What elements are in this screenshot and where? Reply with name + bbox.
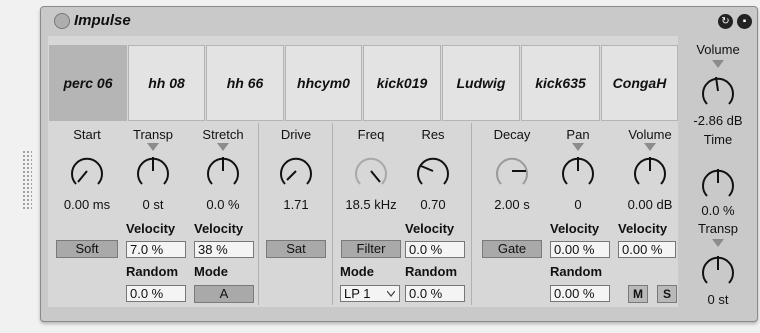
device-title: Impulse (74, 12, 131, 29)
transp-value: 0 st (142, 197, 164, 212)
soft-button[interactable]: Soft (56, 240, 118, 258)
global-time-knob[interactable] (699, 164, 737, 202)
stretch-value: 0.0 % (206, 197, 240, 212)
stretch-mode-label: Mode (194, 264, 228, 279)
hotswap-icon[interactable]: ↻ (718, 14, 733, 29)
pan-velocity-field[interactable]: 0.00 % (550, 241, 610, 258)
pan-value: 0 (574, 197, 582, 212)
transp-random-label: Random (126, 264, 178, 279)
pad-5[interactable]: kick019 (363, 45, 441, 121)
section-divider (258, 123, 259, 305)
freq-knob[interactable] (352, 152, 390, 190)
pad-3[interactable]: hh 66 (206, 45, 284, 121)
res-velocity-label: Velocity (405, 221, 455, 236)
global-time-label: Time (703, 132, 733, 147)
sat-button[interactable]: Sat (266, 240, 326, 258)
res-velocity-field[interactable]: 0.0 % (405, 241, 465, 258)
pad-4[interactable]: hhcym0 (285, 45, 362, 121)
pad-7[interactable]: kick635 (521, 45, 600, 121)
decay-value: 2.00 s (494, 197, 530, 212)
res-value: 0.70 (420, 197, 446, 212)
stretch-knob[interactable] (204, 152, 242, 190)
pad-1[interactable]: perc 06 (49, 45, 127, 121)
section-divider (471, 123, 472, 305)
pan-modulation-indicator-icon (572, 143, 584, 151)
device-activator-button[interactable] (54, 13, 70, 29)
global-transp-modulation-indicator-icon (712, 239, 724, 247)
volume-value: 0.00 dB (627, 197, 673, 212)
res-label: Res (421, 127, 445, 142)
section-divider (332, 123, 333, 305)
pad-8[interactable]: CongaH (601, 45, 678, 121)
pad-6[interactable]: Ludwig (442, 45, 520, 121)
volume-velocity-label: Velocity (618, 221, 668, 236)
stretch-velocity-label: Velocity (194, 221, 244, 236)
start-value: 0.00 ms (63, 197, 111, 212)
stretch-mode-button[interactable]: A (194, 285, 254, 303)
transp-velocity-field[interactable]: 7.0 % (126, 241, 186, 258)
transp-label: Transp (133, 127, 173, 142)
pan-random-label: Random (550, 264, 602, 279)
transp-velocity-label: Velocity (126, 221, 176, 236)
global-transp-value: 0 st (707, 292, 729, 307)
pan-velocity-label: Velocity (550, 221, 600, 236)
chevron-down-icon (387, 291, 395, 297)
mute-button[interactable]: M (628, 285, 648, 303)
decay-label: Decay (493, 127, 531, 142)
start-label: Start (73, 127, 101, 142)
stretch-modulation-indicator-icon (217, 143, 229, 151)
stretch-velocity-field[interactable]: 38 % (194, 241, 254, 258)
transp-modulation-indicator-icon (147, 143, 159, 151)
volume-knob[interactable] (631, 152, 669, 190)
filter-mode-value: LP 1 (344, 286, 371, 301)
pad-2[interactable]: hh 08 (128, 45, 205, 121)
decay-knob[interactable] (493, 152, 531, 190)
res-random-field[interactable]: 0.0 % (405, 285, 465, 302)
global-volume-label: Volume (696, 42, 740, 57)
global-volume-value: -2.86 dB (693, 113, 743, 128)
filter-button[interactable]: Filter (341, 240, 401, 258)
filter-mode-dropdown[interactable]: LP 1 (340, 285, 400, 302)
global-volume-knob[interactable] (699, 72, 737, 110)
device-drag-handle[interactable] (22, 150, 32, 210)
volume-label: Volume (628, 127, 672, 142)
drive-knob[interactable] (277, 152, 315, 190)
global-volume-modulation-indicator-icon (712, 60, 724, 68)
start-knob[interactable] (68, 152, 106, 190)
transp-knob[interactable] (134, 152, 172, 190)
save-icon[interactable]: ▪ (737, 14, 752, 29)
global-transp-label: Transp (698, 221, 738, 236)
filter-mode-label: Mode (340, 264, 374, 279)
res-knob[interactable] (414, 152, 452, 190)
volume-velocity-field[interactable]: 0.00 % (618, 241, 676, 258)
drive-value: 1.71 (283, 197, 309, 212)
drive-label: Drive (280, 127, 312, 142)
gate-button[interactable]: Gate (482, 240, 542, 258)
pan-random-field[interactable]: 0.00 % (550, 285, 610, 302)
solo-button[interactable]: S (657, 285, 677, 303)
pan-knob[interactable] (559, 152, 597, 190)
global-time-value: 0.0 % (701, 203, 735, 218)
transp-random-field[interactable]: 0.0 % (126, 285, 186, 302)
global-transp-knob[interactable] (699, 251, 737, 289)
volume-modulation-indicator-icon (644, 143, 656, 151)
stretch-label: Stretch (202, 127, 244, 142)
pan-label: Pan (566, 127, 590, 142)
res-random-label: Random (405, 264, 457, 279)
